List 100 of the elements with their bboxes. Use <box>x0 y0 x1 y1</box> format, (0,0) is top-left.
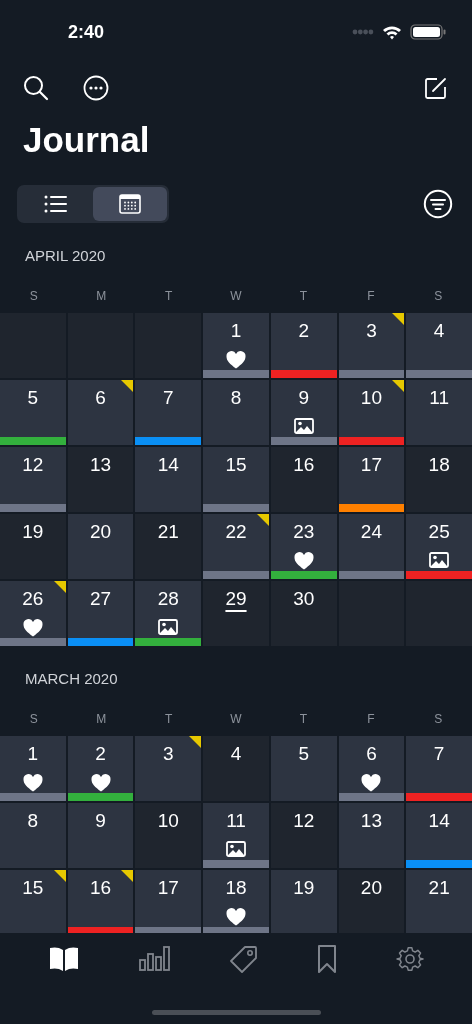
weekday-label: F <box>366 712 376 726</box>
photo-icon <box>158 619 179 635</box>
heart-icon <box>226 908 246 926</box>
day-cell[interactable]: 7 <box>135 380 202 445</box>
day-cell[interactable]: 5 <box>270 736 337 801</box>
month-label: APRIL 2020 <box>24 247 107 265</box>
day-cell[interactable]: 2 <box>67 736 134 801</box>
day-cell[interactable]: 17 <box>135 870 202 933</box>
day-cell[interactable]: 10 <box>338 380 405 445</box>
day-cell[interactable]: 15 <box>203 447 269 512</box>
day-cell[interactable]: 1 <box>0 736 66 801</box>
day-cell[interactable]: 14 <box>135 447 202 512</box>
day-number: 21 <box>428 877 450 899</box>
day-cell[interactable]: 30 <box>270 581 337 646</box>
stats-tab[interactable] <box>138 945 171 971</box>
day-cell[interactable]: 18 <box>203 870 269 933</box>
day-number: 18 <box>225 877 247 899</box>
day-cell[interactable]: 2 <box>270 313 337 378</box>
day-cell[interactable]: 16 <box>270 447 337 512</box>
day-number: 20 <box>360 877 382 899</box>
day-cell[interactable]: 1 <box>203 313 269 378</box>
day-cell[interactable]: 13 <box>338 803 405 868</box>
day-number: 14 <box>157 454 179 476</box>
day-cell[interactable]: 4 <box>406 313 472 378</box>
day-cell[interactable]: 19 <box>0 514 66 579</box>
day-cell[interactable]: 20 <box>67 514 134 579</box>
heart-icon <box>90 774 111 792</box>
weekday-label: W <box>229 712 243 726</box>
day-number: 7 <box>433 743 445 765</box>
day-cell[interactable]: 20 <box>338 870 405 933</box>
day-cell[interactable]: 7 <box>406 736 472 801</box>
wifi-icon <box>382 24 402 40</box>
weekday-label: M <box>95 289 108 303</box>
compose-icon[interactable] <box>424 76 448 100</box>
day-cell[interactable]: 9 <box>67 803 134 868</box>
day-cell[interactable]: 8 <box>203 380 269 445</box>
day-cell[interactable]: 18 <box>406 447 472 512</box>
journal-tab[interactable] <box>47 945 80 973</box>
day-cell[interactable]: 25 <box>406 514 472 579</box>
day-number: 8 <box>230 387 242 409</box>
settings-tab[interactable] <box>396 945 425 973</box>
book-icon <box>47 945 80 973</box>
day-cell[interactable]: 19 <box>270 870 337 933</box>
tags-tab[interactable] <box>229 945 258 973</box>
day-cell[interactable]: 3 <box>135 736 202 801</box>
day-cell[interactable]: 21 <box>406 870 472 933</box>
day-cell[interactable]: 27 <box>67 581 134 646</box>
battery-icon <box>410 24 446 40</box>
day-cell[interactable]: 12 <box>0 447 66 512</box>
day-cell[interactable]: 3 <box>338 313 405 378</box>
calendar-icon <box>119 194 141 214</box>
day-cell[interactable]: 21 <box>135 514 202 579</box>
weekday-label: T <box>163 289 174 303</box>
day-cell[interactable]: 23 <box>270 514 337 579</box>
day-cell[interactable]: 11 <box>203 803 269 868</box>
heart-icon <box>22 619 43 637</box>
day-cell[interactable]: 4 <box>203 736 269 801</box>
day-number: 23 <box>293 521 315 543</box>
day-cell[interactable]: 6 <box>338 736 405 801</box>
day-cell[interactable]: 17 <box>338 447 405 512</box>
day-number: 2 <box>298 320 309 342</box>
weekday-label: S <box>28 712 39 726</box>
day-number: 15 <box>225 454 247 476</box>
day-number: 6 <box>366 743 377 765</box>
day-cell[interactable]: 24 <box>338 514 405 579</box>
day-number: 9 <box>95 810 106 832</box>
day-number: 10 <box>157 810 179 832</box>
day-cell[interactable]: 9 <box>270 380 337 445</box>
day-cell[interactable]: 16 <box>67 870 134 933</box>
bookmarks-tab[interactable] <box>317 945 338 973</box>
day-cell[interactable]: 12 <box>270 803 337 868</box>
weekday-label: S <box>433 289 444 303</box>
day-number: 13 <box>360 810 382 832</box>
day-cell[interactable]: 22 <box>203 514 269 579</box>
day-number: 8 <box>27 810 39 832</box>
filter-icon[interactable] <box>423 189 453 219</box>
day-number: 24 <box>360 521 382 543</box>
search-icon[interactable] <box>23 75 49 101</box>
day-number: 26 <box>22 588 44 610</box>
day-number: 13 <box>90 454 112 476</box>
day-number: 16 <box>90 877 112 899</box>
day-cell[interactable]: 14 <box>406 803 472 868</box>
day-cell[interactable]: 26 <box>0 581 66 646</box>
day-cell[interactable]: 11 <box>406 380 472 445</box>
day-cell[interactable]: 8 <box>0 803 66 868</box>
day-cell[interactable]: 10 <box>135 803 202 868</box>
day-cell[interactable]: 29 <box>203 581 269 646</box>
day-cell[interactable]: 28 <box>135 581 202 646</box>
day-number: 4 <box>230 743 242 765</box>
day-number: 19 <box>293 877 315 899</box>
day-cell[interactable]: 15 <box>0 870 66 933</box>
day-cell[interactable]: 6 <box>67 380 134 445</box>
status-time: 2:40 <box>68 21 105 43</box>
day-cell[interactable]: 5 <box>0 380 66 445</box>
day-cell[interactable]: 13 <box>67 447 134 512</box>
calendar-view-button[interactable] <box>93 187 167 221</box>
day-number: 18 <box>428 454 450 476</box>
day-number: 11 <box>226 810 246 832</box>
more-icon[interactable] <box>83 75 109 101</box>
day-number: 5 <box>298 743 309 765</box>
